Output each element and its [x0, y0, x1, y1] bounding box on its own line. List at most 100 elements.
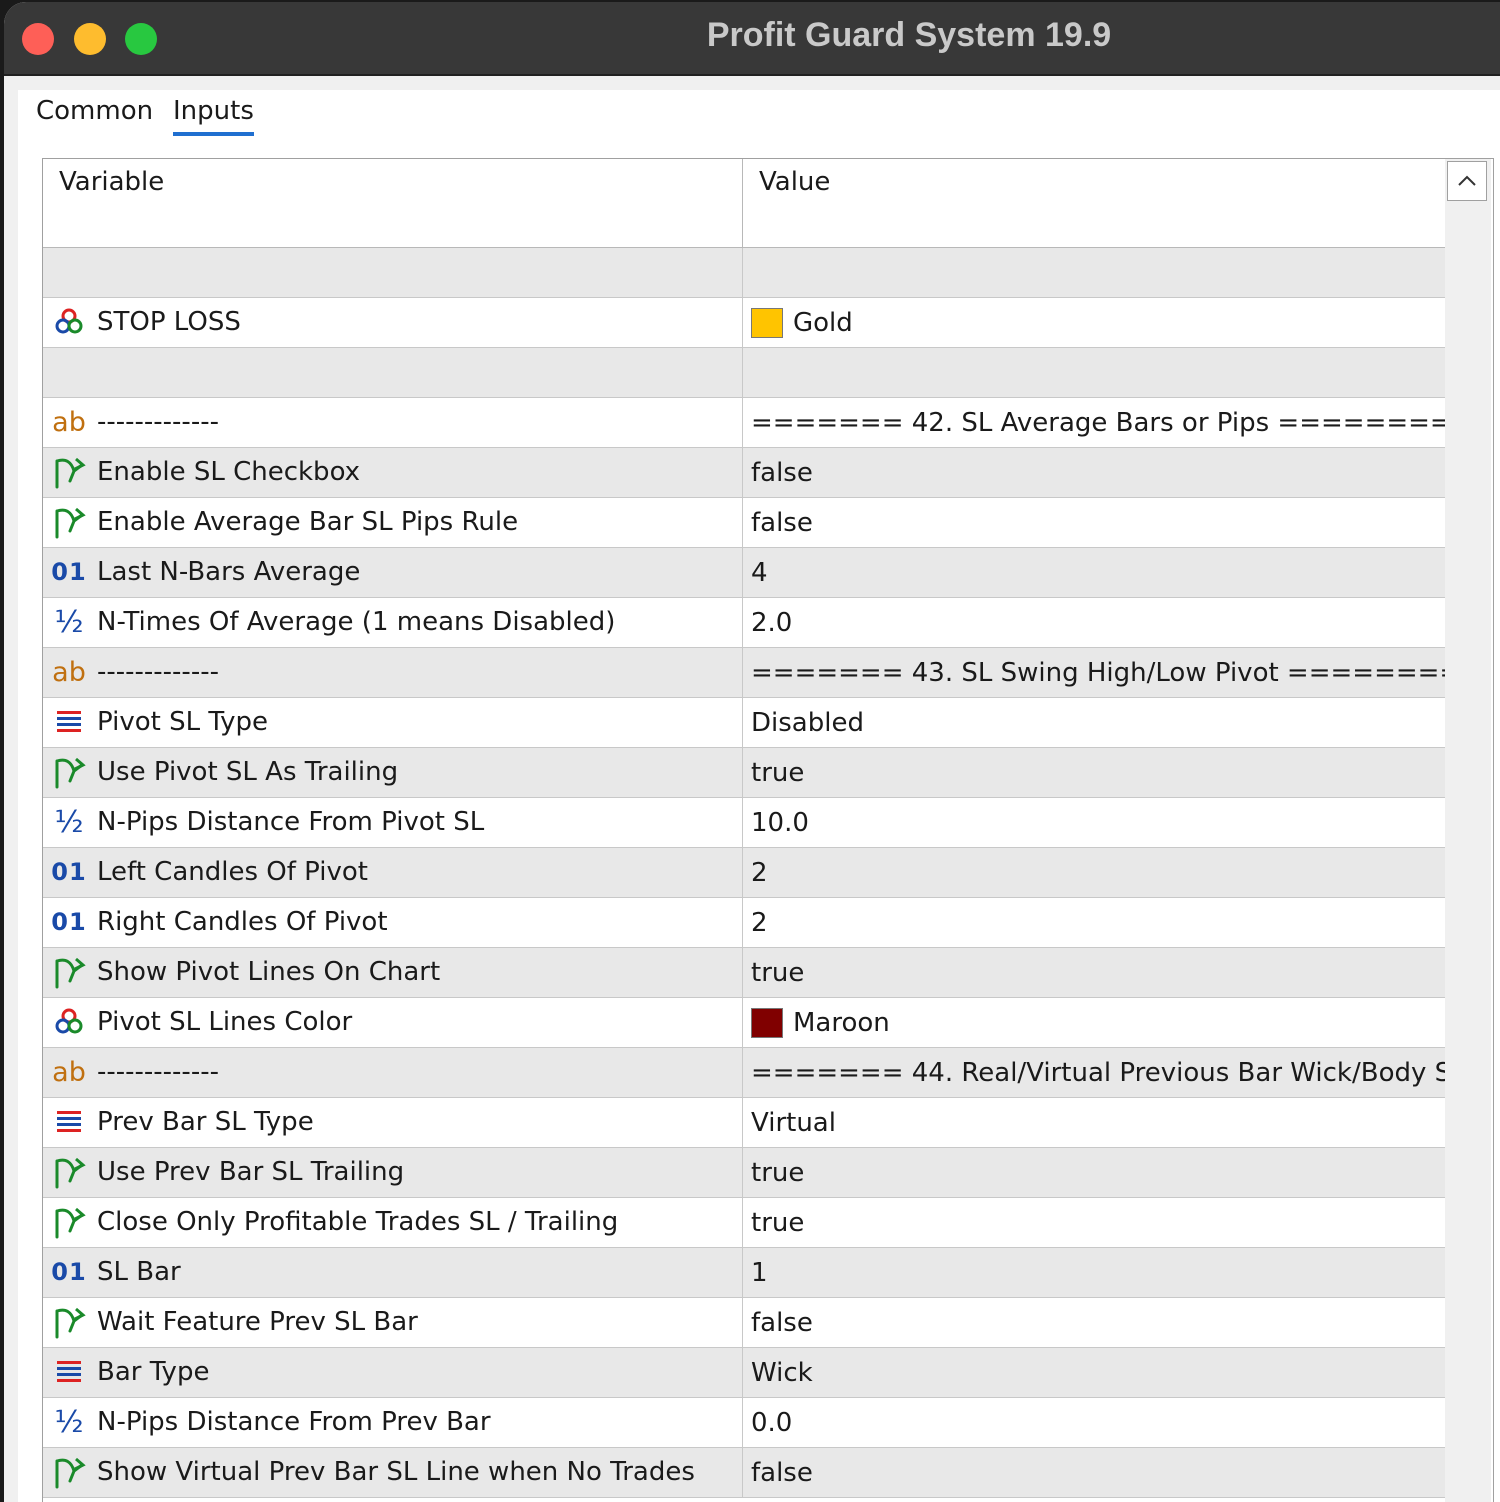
value-cell[interactable]: 4 [743, 548, 1445, 597]
value-cell[interactable]: 0.0 [743, 1398, 1445, 1447]
variable-name: Pivot SL Lines Color [97, 1007, 353, 1037]
table-row[interactable]: Bar Type Wick [43, 1348, 1445, 1398]
table-row[interactable]: ½ N-Pips Distance From Pivot SL 10.0 [43, 798, 1445, 848]
value-cell[interactable]: Disabled [743, 698, 1445, 747]
color-swatch [751, 1007, 783, 1038]
value-cell[interactable]: ======= 44. Real/Virtual Previous Bar Wi… [743, 1048, 1445, 1097]
table-row[interactable]: ab ------------- ======= 44. Real/Virtual … [43, 1048, 1445, 1098]
table-row[interactable]: Pivot SL Lines Color Maroon [43, 998, 1445, 1048]
table-row[interactable]: STOP LOSS Gold [43, 298, 1445, 348]
bool-arrow-icon [51, 1154, 87, 1190]
variable-cell: 01 SL Bar [43, 1248, 743, 1297]
value-text: ======= 42. SL Average Bars or Pips ====… [751, 407, 1445, 438]
variable-name: Use Prev Bar SL Trailing [97, 1157, 405, 1187]
enum-list-icon [51, 1354, 87, 1390]
table-row[interactable]: Pivot SL Type Disabled [43, 698, 1445, 748]
value-text: 4 [751, 557, 768, 588]
value-text: 2 [751, 907, 768, 938]
variable-cell: Pivot SL Lines Color [43, 998, 743, 1047]
table-row[interactable]: Show Virtual Prev Bar SL Line when No Tr… [43, 1448, 1445, 1498]
value-cell[interactable]: 1 [743, 1248, 1445, 1297]
table-row[interactable]: ab ------------- ======= 43. SL Swing High… [43, 648, 1445, 698]
variable-name: Left Candles Of Pivot [97, 857, 368, 887]
table-row[interactable]: ½ N-Times Of Average (1 means Disabled) 2.… [43, 598, 1445, 648]
ab-string-icon: ab [51, 654, 87, 690]
table-row[interactable]: 01 SL Bar 1 [43, 1248, 1445, 1298]
variable-name: Show Virtual Prev Bar SL Line when No Tr… [97, 1457, 695, 1487]
bool-arrow-icon [51, 1454, 87, 1490]
window-title: Profit Guard System 19.9 [706, 16, 1112, 54]
variable-cell: ½ N-Pips Distance From Pivot SL [43, 798, 743, 847]
value-cell[interactable]: true [743, 1198, 1445, 1247]
vertical-scrollbar[interactable] [1445, 159, 1491, 1502]
table-row[interactable]: 01 Last N-Bars Average 4 [43, 548, 1445, 598]
bool-arrow-icon [51, 954, 87, 990]
value-cell[interactable]: Gold [743, 298, 1445, 347]
value-cell[interactable]: 2.0 [743, 598, 1445, 647]
value-text: true [751, 1157, 805, 1188]
dialog-panel: Common Inputs Variable Value STOP LOSS Go… [18, 90, 1500, 1502]
variable-cell [43, 248, 743, 297]
table-row[interactable]: ab ------------- ======= 42. SL Average Ba… [43, 398, 1445, 448]
value-cell[interactable]: 2 [743, 898, 1445, 947]
table-row[interactable]: Use Pivot SL As Trailing true [43, 748, 1445, 798]
table-row[interactable]: Prev Bar SL Type Virtual [43, 1098, 1445, 1148]
tab-inputs[interactable]: Inputs [173, 96, 254, 136]
variable-cell: ½ N-Pips Distance From Prev Bar [43, 1398, 743, 1447]
column-header-variable[interactable]: Variable [43, 159, 743, 247]
table-row[interactable] [43, 348, 1445, 398]
variable-cell: ½ N-Times Of Average (1 means Disabled) [43, 598, 743, 647]
value-cell[interactable]: ======= 43. SL Swing High/Low Pivot ====… [743, 648, 1445, 697]
table-row[interactable]: Enable SL Checkbox false [43, 448, 1445, 498]
value-text: true [751, 757, 805, 788]
table-row[interactable]: ½ N-Pips Distance From Prev Bar 0.0 [43, 1398, 1445, 1448]
value-cell[interactable]: true [743, 948, 1445, 997]
value-cell[interactable]: true [743, 748, 1445, 797]
variable-cell: ab ------------- [43, 648, 743, 697]
tab-common[interactable]: Common [36, 96, 153, 132]
table-row[interactable]: 01 Right Candles Of Pivot 2 [43, 898, 1445, 948]
table-row[interactable] [43, 248, 1445, 298]
value-text: false [751, 1457, 813, 1488]
variable-name: ------------- [97, 407, 219, 437]
variable-cell: 01 Right Candles Of Pivot [43, 898, 743, 947]
variable-name: N-Pips Distance From Pivot SL [97, 807, 485, 837]
value-cell[interactable]: false [743, 1298, 1445, 1347]
properties-window: Profit Guard System 19.9 Common Inputs V… [4, 2, 1500, 1502]
value-cell[interactable]: Wick [743, 1348, 1445, 1397]
bool-arrow-icon [51, 504, 87, 540]
value-cell[interactable]: true [743, 1148, 1445, 1197]
variable-name: Close Only Profitable Trades SL / Traili… [97, 1207, 619, 1237]
table-row[interactable]: Use Prev Bar SL Trailing true [43, 1148, 1445, 1198]
value-cell[interactable]: ======= 42. SL Average Bars or Pips ====… [743, 398, 1445, 447]
minimize-window-button[interactable] [74, 23, 106, 55]
table-row[interactable]: Wait Feature Prev SL Bar false [43, 1298, 1445, 1348]
variable-name: Right Candles Of Pivot [97, 907, 388, 937]
close-window-button[interactable] [22, 23, 54, 55]
table-row[interactable]: Enable Average Bar SL Pips Rule false [43, 498, 1445, 548]
variable-cell: 01 Left Candles Of Pivot [43, 848, 743, 897]
icon-glyph: ab [52, 1056, 86, 1088]
variable-name: Show Pivot Lines On Chart [97, 957, 441, 987]
value-cell[interactable]: 10.0 [743, 798, 1445, 847]
fraction-icon: ½ [51, 1404, 87, 1440]
value-text: ======= 43. SL Swing High/Low Pivot ====… [751, 657, 1445, 688]
table-row[interactable]: Close Only Profitable Trades SL / Traili… [43, 1198, 1445, 1248]
value-cell[interactable]: 2 [743, 848, 1445, 897]
value-cell[interactable]: false [743, 498, 1445, 547]
bool-arrow-icon [51, 454, 87, 490]
value-cell[interactable]: Virtual [743, 1098, 1445, 1147]
variable-cell: Bar Type [43, 1348, 743, 1397]
column-header-value[interactable]: Value [743, 159, 1445, 247]
color-swatch [751, 307, 783, 338]
value-cell[interactable]: false [743, 448, 1445, 497]
table-row[interactable]: 01 Left Candles Of Pivot 2 [43, 848, 1445, 898]
table-row[interactable]: Show Pivot Lines On Chart true [43, 948, 1445, 998]
scroll-up-button[interactable] [1447, 161, 1487, 201]
value-text: Maroon [793, 1007, 890, 1038]
zoom-window-button[interactable] [125, 23, 157, 55]
variable-cell: Wait Feature Prev SL Bar [43, 1298, 743, 1347]
value-cell[interactable]: Maroon [743, 998, 1445, 1047]
value-cell[interactable]: false [743, 1448, 1445, 1497]
variable-cell: Use Pivot SL As Trailing [43, 748, 743, 797]
